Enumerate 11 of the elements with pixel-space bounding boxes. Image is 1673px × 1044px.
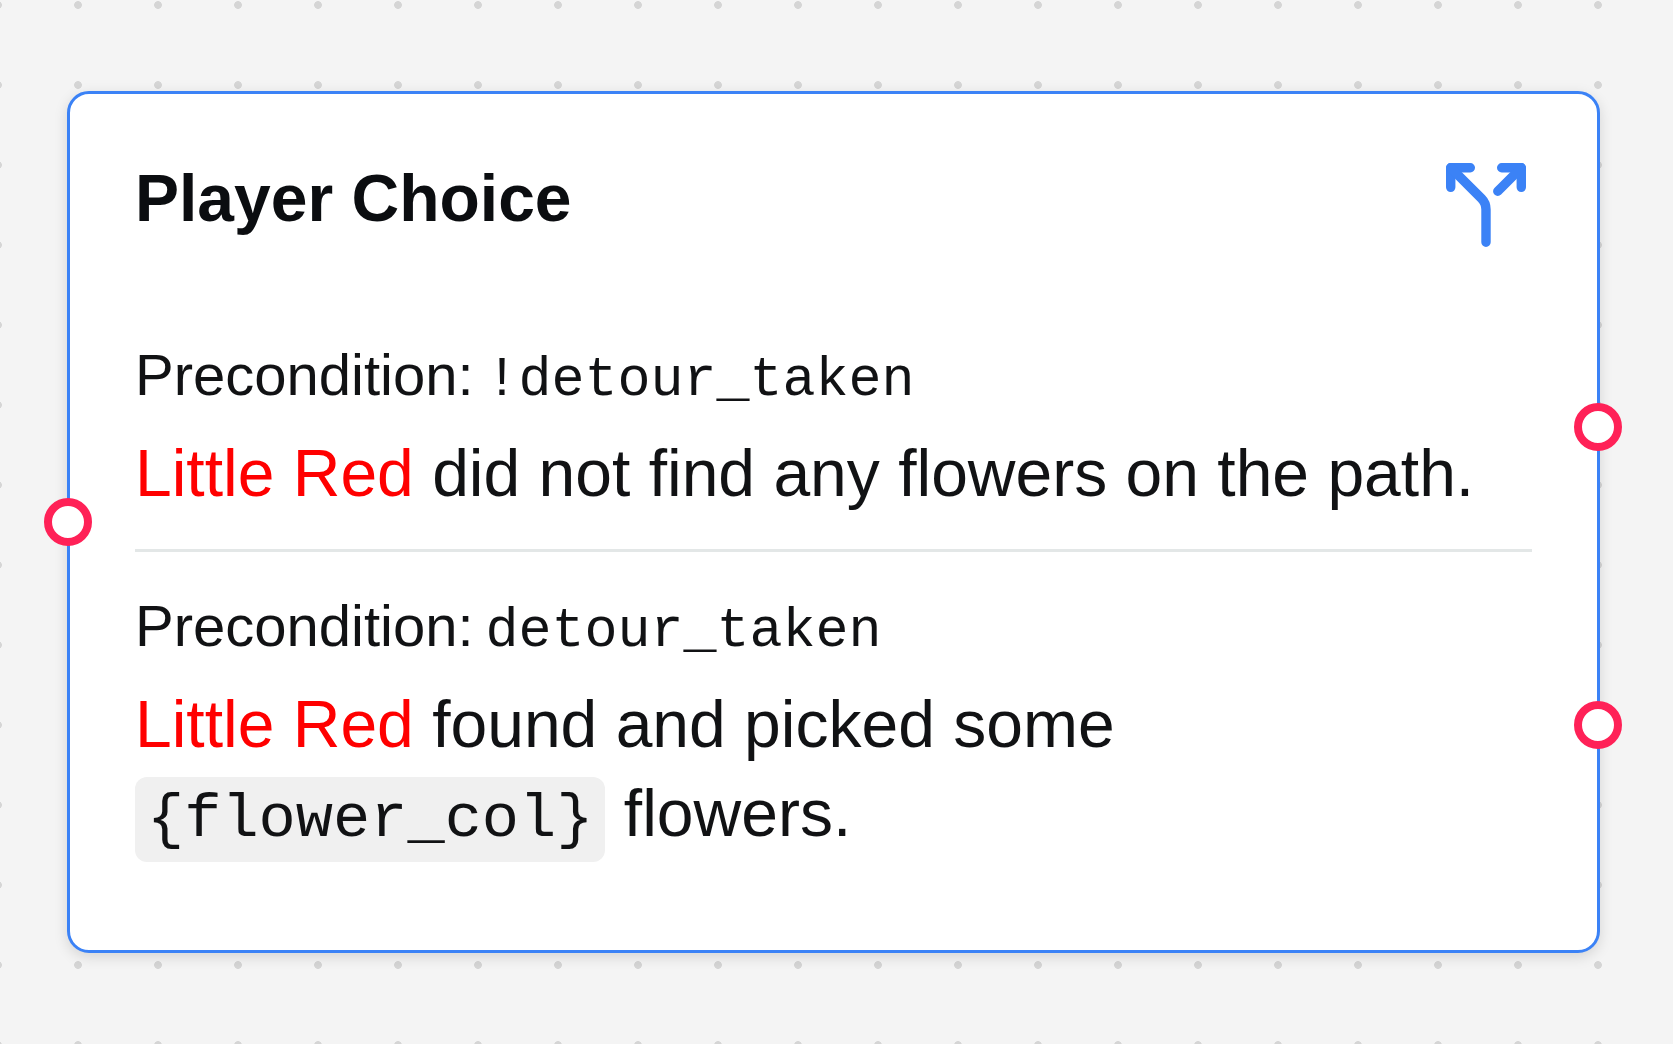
output-port-handle[interactable] (1574, 700, 1622, 749)
choice-text: Little Red did not find any flowers on the path. (135, 435, 1476, 512)
precondition-label: Precondition: (135, 592, 474, 661)
precondition-label: Precondition: (135, 341, 474, 409)
input-port-handle[interactable] (44, 498, 92, 546)
choice-text: Little Red found and picked some {flower_col} flowers. (135, 680, 1532, 861)
condition-expression: detour_taken (485, 599, 882, 666)
split-arrow-icon (1446, 163, 1526, 247)
node-title: Player Choice (135, 160, 572, 237)
output-port-handle[interactable] (1574, 403, 1622, 452)
condition-expression: !detour_taken (485, 348, 915, 414)
